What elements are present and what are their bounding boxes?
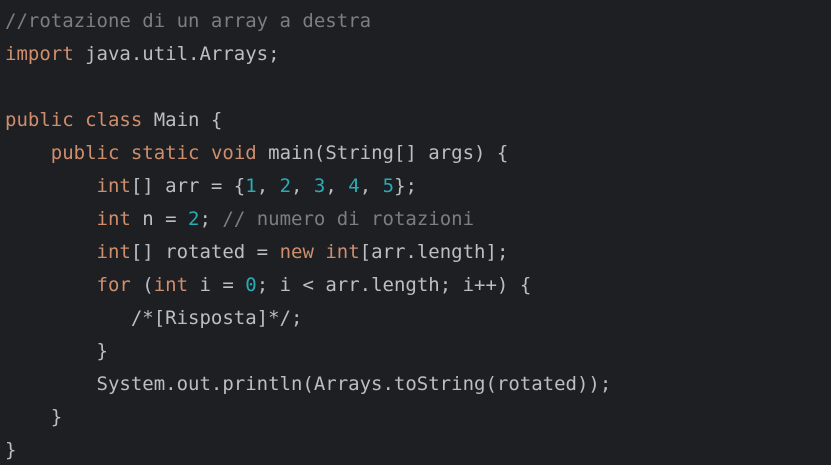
comment: //rotazione di un array a destra [5, 10, 372, 32]
code-line-7: int n = 2; // numero di rotazioni [0, 203, 831, 236]
array-declaration: [] rotated = [130, 241, 280, 263]
method-signature: main(String[] args) { [256, 142, 509, 164]
keyword-int: int [325, 241, 360, 263]
number-literal: 1 [245, 175, 257, 197]
number-literal: 3 [313, 175, 326, 197]
separator: , [359, 175, 383, 197]
brace-close: } [5, 439, 17, 461]
number-literal: 0 [245, 274, 257, 296]
brace-close: } [50, 406, 63, 428]
keyword-public: public [50, 142, 120, 164]
code-line-9: for (int i = 0; i < arr.length; i++) { [0, 269, 831, 302]
loop-condition: ; i < arr.length; i++) { [256, 274, 532, 296]
inline-comment: // numero di rotazioni [222, 208, 475, 230]
variable-assignment: n = [130, 208, 189, 230]
separator: , [256, 175, 280, 197]
code-line-6: int[] arr = {1, 2, 3, 4, 5}; [0, 170, 831, 203]
code-editor[interactable]: //rotazione di un array a destra import … [0, 0, 831, 465]
separator: , [291, 175, 314, 197]
array-size: [arr.length]; [359, 241, 509, 263]
code-line-11: } [0, 335, 831, 368]
code-line-3-empty [0, 71, 831, 104]
statement-end: ; [199, 208, 223, 230]
code-line-14: } [0, 434, 831, 465]
code-line-1: //rotazione di un array a destra [0, 5, 831, 38]
code-line-10: /*[Risposta]*/; [0, 302, 831, 335]
array-close: }; [394, 175, 417, 197]
keyword-new: new [279, 241, 314, 263]
loop-init: i = [188, 274, 246, 296]
code-line-12: System.out.println(Arrays.toString(rotat… [0, 368, 831, 401]
class-declaration: Main { [142, 109, 223, 131]
number-literal: 2 [279, 175, 292, 197]
print-statement: System.out.println(Arrays.toString(rotat… [96, 373, 612, 395]
paren-open: ( [130, 274, 154, 296]
keyword-class: class [85, 109, 143, 131]
code-line-5: public static void main(String[] args) { [0, 137, 831, 170]
number-literal: 5 [382, 175, 395, 197]
code-line-2: import java.util.Arrays; [0, 38, 831, 71]
keyword-static: static [130, 142, 200, 164]
keyword-void: void [210, 142, 257, 164]
import-path: java.util.Arrays; [73, 43, 280, 65]
keyword-for: for [96, 274, 131, 296]
number-literal: 2 [188, 208, 200, 230]
array-declaration: [] arr = { [130, 175, 246, 197]
keyword-int: int [153, 274, 189, 296]
keyword-int: int [96, 208, 131, 230]
code-line-13: } [0, 401, 831, 434]
code-line-8: int[] rotated = new int[arr.length]; [0, 236, 831, 269]
separator: , [325, 175, 349, 197]
code-line-4: public class Main { [0, 104, 831, 137]
keyword-int: int [96, 175, 131, 197]
keyword-import: import [5, 43, 74, 65]
number-literal: 4 [348, 175, 360, 197]
answer-placeholder: /*[Risposta]*/; [130, 307, 303, 329]
brace-close: } [96, 340, 108, 362]
keyword-int: int [96, 241, 131, 263]
keyword-public: public [5, 109, 74, 131]
